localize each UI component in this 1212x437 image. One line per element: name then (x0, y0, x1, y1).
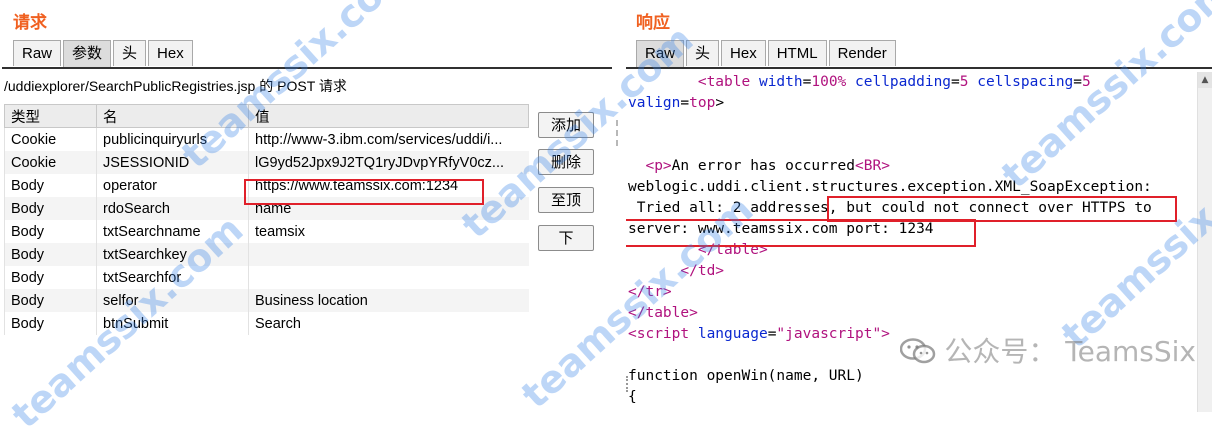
cell-value: Search (248, 312, 529, 335)
tab-hex[interactable]: Hex (148, 40, 193, 66)
cell-name: JSESSIONID (96, 151, 249, 174)
tab-headers[interactable]: 头 (686, 40, 720, 66)
code-line-10: </tr> (628, 284, 672, 300)
cell-name: btnSubmit (96, 312, 249, 335)
cell-value (248, 243, 529, 266)
tab-params[interactable]: 参数 (63, 40, 112, 68)
tab-divider (2, 67, 612, 69)
table-row[interactable]: Body txtSearchname teamsix (4, 220, 529, 243)
code-line-2: valign=top> (628, 95, 725, 111)
column-header-value[interactable]: 值 (248, 104, 529, 128)
tab-render[interactable]: Render (828, 40, 896, 66)
cell-name: rdoSearch (96, 197, 249, 220)
code-line-1: <table width=100% cellpadding=5 cellspac… (697, 74, 1091, 90)
add-button[interactable]: 添加 (538, 112, 594, 138)
cell-type: Body (4, 174, 97, 197)
cell-name: txtSearchkey (96, 243, 249, 266)
request-tabs: Raw 参数 头 Hex (13, 40, 195, 68)
gutter-marker (626, 376, 630, 392)
code-line-11: </table> (628, 305, 698, 321)
cell-type: Body (4, 197, 97, 220)
cell-value: Business location (248, 289, 529, 312)
delete-button[interactable]: 删除 (538, 149, 594, 175)
table-row[interactable]: Body btnSubmit Search (4, 312, 529, 335)
pane-splitter[interactable] (612, 0, 626, 412)
tab-raw[interactable]: Raw (13, 40, 62, 66)
request-url-line: /uddiexplorer/SearchPublicRegistries.jsp… (4, 78, 347, 94)
cell-type: Body (4, 243, 97, 266)
vertical-scrollbar[interactable]: ▲ (1197, 72, 1212, 412)
cell-type: Body (4, 312, 97, 335)
tab-hex[interactable]: Hex (721, 40, 766, 66)
tab-html[interactable]: HTML (767, 40, 827, 66)
request-pane: 请求 Raw 参数 头 Hex /uddiexplorer/SearchPubl… (0, 0, 612, 412)
tab-headers[interactable]: 头 (113, 40, 147, 66)
move-down-button[interactable]: 下 (538, 225, 594, 251)
cell-name: publicinquiryurls (96, 127, 249, 151)
table-row[interactable]: Cookie publicinquiryurls http://www-3.ibm.… (4, 127, 529, 151)
cell-type: Body (4, 289, 97, 312)
cell-name: operator (96, 174, 249, 197)
cell-name: selfor (96, 289, 249, 312)
cell-type: Cookie (4, 127, 97, 151)
error-highlight-part2 (626, 219, 976, 247)
tab-divider (626, 67, 1212, 69)
code-line-5: weblogic.uddi.client.structures.exceptio… (628, 179, 1152, 195)
cell-value: http://www-3.ibm.com/services/uddi/i... (248, 127, 529, 151)
code-line-4: <p>An error has occurred<BR> (645, 158, 890, 174)
cell-value: teamsix (248, 220, 529, 243)
response-title: 响应 (636, 13, 670, 33)
code-line-14: function openWin(name, URL) (628, 368, 864, 384)
cell-type: Body (4, 266, 97, 289)
cell-value: lG9yd52Jpx9J2TQ1ryJDvpYRfyV0cz... (248, 151, 529, 174)
response-tabs: Raw 头 Hex HTML Render (636, 40, 898, 68)
column-header-type[interactable]: 类型 (4, 104, 97, 128)
cell-name: txtSearchname (96, 220, 249, 243)
column-header-name[interactable]: 名 (96, 104, 249, 128)
tab-raw[interactable]: Raw (636, 40, 685, 68)
table-row[interactable]: Body selfor Business location (4, 289, 529, 312)
scroll-up-icon[interactable]: ▲ (1198, 72, 1212, 88)
cell-value (248, 266, 529, 289)
cell-type: Body (4, 220, 97, 243)
cell-name: txtSearchfor (96, 266, 249, 289)
params-table: 类型 名 值 Cookie publicinquiryurls http://www… (4, 104, 529, 335)
response-pane: 响应 Raw 头 Hex HTML Render <table width=10… (626, 0, 1212, 412)
code-line-9: </td> (680, 263, 725, 279)
cell-type: Cookie (4, 151, 97, 174)
table-row[interactable]: Body txtSearchkey (4, 243, 529, 266)
request-title: 请求 (13, 13, 47, 33)
table-row[interactable]: Cookie JSESSIONID lG9yd52Jpx9J2TQ1ryJDvpYR… (4, 151, 529, 174)
code-line-12: <script language="javascript"> (628, 326, 890, 342)
move-top-button[interactable]: 至顶 (538, 187, 594, 213)
table-row[interactable]: Body txtSearchfor (4, 266, 529, 289)
operator-value-highlight (244, 179, 484, 205)
